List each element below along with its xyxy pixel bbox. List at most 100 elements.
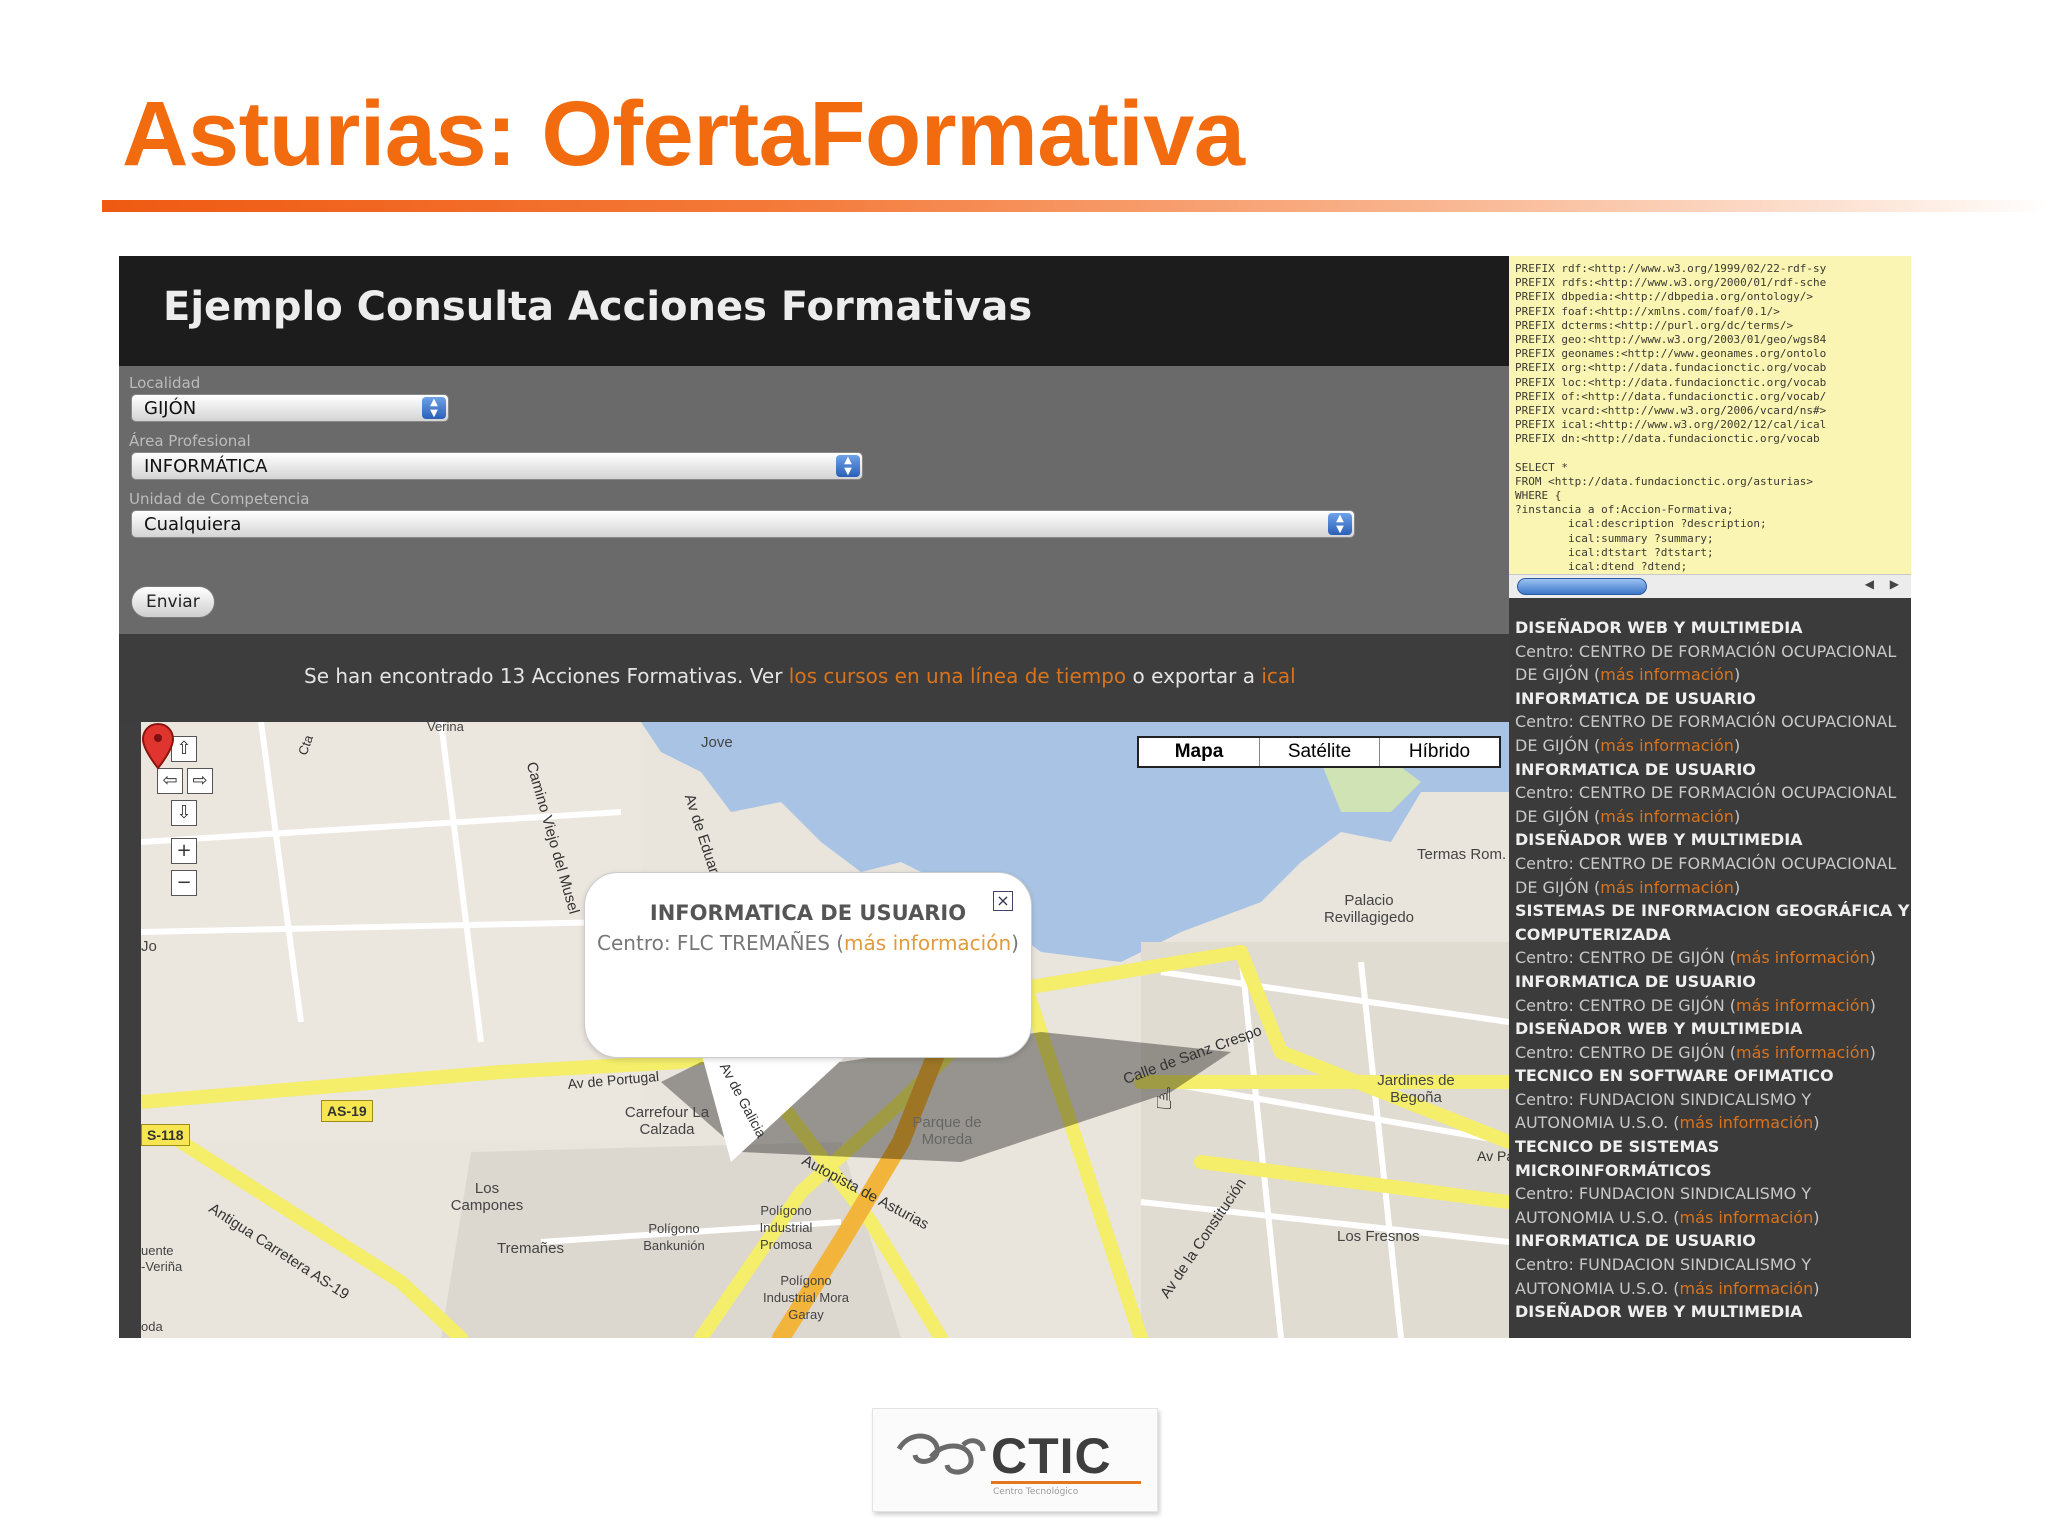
result-center: Centro: CENTRO DE FORMACIÓN OCUPACIONAL … (1515, 853, 1897, 897)
enviar-button[interactable]: Enviar (131, 586, 215, 618)
map-type-mapa[interactable]: Mapa (1139, 738, 1259, 766)
more-info-link[interactable]: más información (1680, 1113, 1814, 1132)
info-center: Centro: FLC TREMAÑES ( (597, 931, 845, 955)
more-info-link[interactable]: más información (1600, 807, 1734, 826)
unidad-select[interactable]: Cualquiera ▲ ▼ (131, 510, 1355, 538)
more-info-link[interactable]: más información (1600, 878, 1734, 897)
query-line: PREFIX dn:<http://data.fundacionctic.org… (1515, 432, 1820, 446)
result-center-text: Centro: CENTRO DE GIJÓN (1515, 995, 1725, 1015)
more-info-link[interactable]: más información (1600, 665, 1734, 684)
result-center: Centro: CENTRO DE GIJÓN (más información… (1515, 1042, 1876, 1062)
query-line: PREFIX vcard:<http://www.w3.org/2006/vca… (1515, 403, 1827, 417)
logo-rule (991, 1481, 1141, 1484)
hand-cursor-icon: ☝ (1155, 1082, 1174, 1117)
place-label: Polígono Industrial Promosa (759, 1203, 813, 1252)
ctic-logo: CTIC Centro Tecnológico (872, 1408, 1158, 1512)
result-title: DISEÑADOR WEB Y MULTIMEDIA (1515, 1019, 1803, 1039)
place-label: Los Fresnos (1337, 1228, 1420, 1245)
place-label: Polígono Industrial Mora Garay (763, 1273, 849, 1322)
select-arrows-icon: ▲ ▼ (422, 397, 446, 419)
map-marker-icon[interactable] (141, 722, 175, 772)
sparql-query-text: PREFIX rdf:<http://www.w3.org/1999/02/22… (1515, 262, 1826, 574)
more-info-link[interactable]: más información (1736, 1043, 1870, 1062)
result-title: SISTEMAS DE INFORMACION GEOGRÁFICA Y COM… (1515, 901, 1910, 944)
app-header: Ejemplo Consulta Acciones Formativas (119, 256, 1509, 366)
app-title: Ejemplo Consulta Acciones Formativas (163, 284, 1033, 330)
result-title: TECNICO DE SISTEMAS MICROINFORMÁTICOS (1515, 1137, 1720, 1180)
result-title: DISEÑADOR WEB Y MULTIMEDIA (1515, 830, 1803, 850)
select-arrows-icon: ▲ ▼ (836, 455, 860, 477)
map-type-satelite[interactable]: Satélite (1259, 738, 1379, 766)
result-title: INFORMATICA DE USUARIO (1515, 1231, 1756, 1251)
more-info-link[interactable]: más información (1680, 1279, 1814, 1298)
query-line: PREFIX org:<http://data.fundacionctic.or… (1515, 361, 1827, 375)
place-label: Los Campones (450, 1180, 524, 1214)
query-line: ical:dtstart ?dtstart; (1515, 545, 1714, 559)
scroll-arrows-icon[interactable]: ◀ ▶ (1865, 577, 1905, 591)
more-info-link[interactable]: más información (1736, 948, 1870, 967)
result-title: INFORMATICA DE USUARIO (1515, 688, 1756, 708)
scrollbar-thumb[interactable] (1517, 578, 1647, 595)
place-label: Parque de Moreda (912, 1114, 982, 1148)
query-horizontal-scrollbar[interactable]: ◀ ▶ (1509, 574, 1911, 598)
place-label: Jo (141, 938, 157, 955)
query-line (1515, 446, 1826, 460)
query-line: PREFIX geo:<http://www.w3.org/2003/01/ge… (1515, 332, 1827, 346)
result-title: INFORMATICA DE USUARIO (1515, 971, 1756, 991)
query-line: PREFIX foaf:<http://xmlns.com/foaf/0.1/> (1515, 304, 1780, 318)
more-info-link[interactable]: más información (1736, 996, 1870, 1015)
title-underline (102, 200, 2048, 212)
query-line: ?instancia a of:Accion-Formativa; (1515, 503, 1734, 517)
more-info-link[interactable]: más información (1600, 736, 1734, 755)
area-select[interactable]: INFORMÁTICA ▲ ▼ (131, 452, 863, 480)
result-center: Centro: CENTRO DE GIJÓN (más información… (1515, 995, 1876, 1015)
place-label: Palacio Revillagigedo (1323, 892, 1415, 926)
sparql-query-panel[interactable]: PREFIX rdf:<http://www.w3.org/1999/02/22… (1509, 256, 1911, 596)
localidad-label: Localidad (129, 374, 201, 392)
more-info-link[interactable]: más información (844, 931, 1011, 955)
road-shield: S-118 (141, 1124, 190, 1146)
result-prefix: Se han encontrado 13 Acciones Formativas… (304, 664, 789, 688)
place-label: Tremañes (497, 1240, 564, 1257)
query-line: PREFIX of:<http://data.fundacionctic.org… (1515, 389, 1827, 403)
result-center: Centro: FUNDACION SINDICALISMO Y AUTONOM… (1515, 1255, 1820, 1298)
timeline-link[interactable]: los cursos en una línea de tiempo (789, 664, 1126, 688)
query-line: ical:dtend ?dtend; (1515, 559, 1688, 573)
zoom-in-icon[interactable]: + (171, 838, 197, 864)
zoom-out-icon[interactable]: − (171, 870, 197, 896)
info-window: × INFORMATICA DE USUARIO Centro: FLC TRE… (584, 872, 1032, 1058)
ctic-swirl-icon (896, 1433, 986, 1475)
localidad-select[interactable]: GIJÓN ▲ ▼ (131, 394, 449, 422)
query-line: PREFIX dcterms:<http://purl.org/dc/terms… (1515, 318, 1794, 332)
place-label: Jardines de Begoña (1377, 1072, 1455, 1106)
area-label: Área Profesional (129, 432, 251, 450)
map[interactable]: Jove Av de Eduardo Camino Viejo del Muse… (141, 722, 1509, 1338)
slide-title: Asturias: OfertaFormativa (122, 83, 1245, 185)
query-line: PREFIX rdf:<http://www.w3.org/1999/02/22… (1515, 262, 1827, 275)
ical-export-link[interactable]: ical (1261, 664, 1295, 688)
result-center-text: Centro: CENTRO DE GIJÓN (1515, 1042, 1725, 1062)
result-title: TECNICO EN SOFTWARE OFIMATICO (1515, 1066, 1834, 1086)
result-center: Centro: CENTRO DE FORMACIÓN OCUPACIONAL … (1515, 712, 1897, 755)
road-label: Av Pablo Iglesias (1477, 1148, 1509, 1164)
result-center: Centro: CENTRO DE FORMACIÓN OCUPACIONAL … (1515, 783, 1897, 826)
search-form: Localidad GIJÓN ▲ ▼ Área Profesional INFO… (119, 366, 1509, 634)
results-list: DISEÑADOR WEB Y MULTIMEDIA Centro: CENTRO… (1515, 616, 1911, 1324)
map-type-hibrido[interactable]: Híbrido (1379, 738, 1499, 766)
more-info-link[interactable]: más información (1680, 1208, 1814, 1227)
pan-right-icon[interactable]: ⇨ (187, 768, 213, 794)
road-shield: AS-19 (321, 1100, 373, 1122)
pan-down-icon[interactable]: ⇩ (171, 800, 197, 826)
result-line: Se han encontrado 13 Acciones Formativas… (304, 664, 1296, 688)
select-arrows-icon: ▲ ▼ (1328, 513, 1352, 535)
place-label: Verina (427, 722, 464, 734)
place-label: Termas Rom. de Campo V (1417, 846, 1509, 863)
place-label: oda (141, 1319, 163, 1334)
result-center: Centro: FUNDACION SINDICALISMO Y AUTONOM… (1515, 1184, 1820, 1227)
result-center: Centro: FUNDACION SINDICALISMO Y AUTONOM… (1515, 1089, 1820, 1133)
info-center-suffix: ) (1011, 931, 1019, 955)
result-center: Centro: CENTRO DE FORMACIÓN OCUPACIONAL … (1515, 641, 1897, 685)
logo-wordmark: CTIC (991, 1428, 1112, 1484)
query-line: ical:description ?description; (1515, 517, 1767, 531)
query-line: PREFIX ical:<http://www.w3.org/2002/12/c… (1515, 418, 1827, 432)
